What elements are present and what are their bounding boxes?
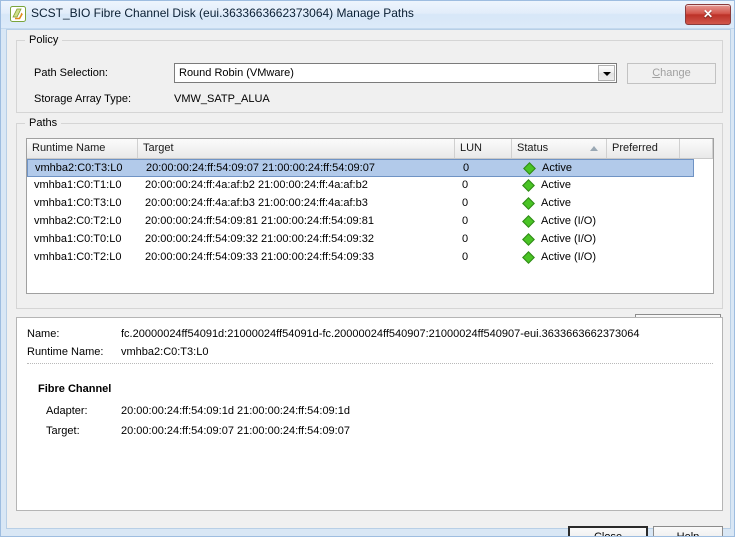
policy-group: Policy Path Selection: Round Robin (VMwa… bbox=[16, 34, 723, 113]
help-button-accel: H bbox=[676, 531, 685, 537]
chevron-down-icon[interactable] bbox=[598, 65, 615, 81]
detail-section-title: Fibre Channel bbox=[38, 383, 112, 395]
table-row[interactable]: vmhba2:C0:T2:L0 20:00:00:24:ff:54:09:81 2… bbox=[27, 213, 694, 231]
cell-lun: 0 bbox=[462, 197, 469, 209]
table-row[interactable]: vmhba1:C0:T2:L0 20:00:00:24:ff:54:09:33 2… bbox=[27, 249, 694, 267]
detail-target-value: 20:00:00:24:ff:54:09:07 21:00:00:24:ff:5… bbox=[121, 425, 350, 437]
cell-preferred bbox=[615, 160, 681, 178]
cell-lun: 0 bbox=[462, 251, 469, 263]
table-row[interactable]: vmhba1:C0:T3:L0 20:00:00:24:ff:4a:af:b3 2… bbox=[27, 195, 694, 213]
cell-target: 20:00:00:24:ff:4a:af:b2 21:00:00:24:ff:4… bbox=[145, 179, 368, 191]
disk-paths-icon bbox=[10, 6, 26, 22]
column-header-target[interactable]: Target bbox=[138, 139, 455, 158]
status-diamond-icon bbox=[522, 251, 535, 264]
cell-status: Active (I/O) bbox=[541, 215, 597, 227]
table-row[interactable]: vmhba2:C0:T3:L0 20:00:00:24:ff:54:09:07 2… bbox=[27, 159, 694, 177]
cell-lun: 0 bbox=[463, 162, 470, 174]
cell-lun: 0 bbox=[462, 215, 469, 227]
cell-preferred bbox=[614, 213, 680, 231]
paths-table: Runtime Name Target LUN Status Preferred vmh… bbox=[26, 138, 714, 294]
cell-runtime-name: vmhba1:C0:T2:L0 bbox=[34, 251, 122, 263]
path-selection-value: Round Robin (VMware) bbox=[179, 67, 294, 79]
status-diamond-icon bbox=[522, 179, 535, 192]
cell-target: 20:00:00:24:ff:54:09:32 21:00:00:24:ff:5… bbox=[145, 233, 374, 245]
title-bar: SCST_BIO Fibre Channel Disk (eui.3633663… bbox=[1, 1, 734, 29]
cell-runtime-name: vmhba1:C0:T0:L0 bbox=[34, 233, 122, 245]
cell-lun: 0 bbox=[462, 179, 469, 191]
path-details-panel: Name: fc.20000024ff54091d:21000024ff5409… bbox=[16, 317, 723, 511]
change-button-accel: C bbox=[652, 67, 661, 79]
path-selection-label: Path Selection: bbox=[34, 67, 108, 79]
storage-array-type-value: VMW_SATP_ALUA bbox=[174, 93, 270, 105]
cell-target: 20:00:00:24:ff:54:09:81 21:00:00:24:ff:5… bbox=[145, 215, 374, 227]
cell-target: 20:00:00:24:ff:4a:af:b3 21:00:00:24:ff:4… bbox=[145, 197, 368, 209]
cell-preferred bbox=[614, 195, 680, 213]
manage-paths-dialog: SCST_BIO Fibre Channel Disk (eui.3633663… bbox=[0, 0, 735, 537]
cell-runtime-name: vmhba1:C0:T3:L0 bbox=[34, 197, 122, 209]
status-diamond-icon bbox=[522, 233, 535, 246]
close-icon: ✕ bbox=[702, 7, 714, 21]
detail-name-label: Name: bbox=[27, 328, 60, 340]
status-diamond-icon bbox=[523, 162, 536, 175]
detail-divider bbox=[27, 363, 713, 364]
cell-status: Active bbox=[541, 197, 571, 209]
detail-runtime-name-value: vmhba2:C0:T3:L0 bbox=[121, 346, 209, 358]
cell-status: Active (I/O) bbox=[541, 233, 597, 245]
window-title: SCST_BIO Fibre Channel Disk (eui.3633663… bbox=[31, 6, 414, 20]
cell-status: Active bbox=[541, 179, 571, 191]
status-diamond-icon bbox=[522, 197, 535, 210]
column-header-runtime-name[interactable]: Runtime Name bbox=[27, 139, 138, 158]
cell-target: 20:00:00:24:ff:54:09:07 21:00:00:24:ff:5… bbox=[146, 162, 375, 174]
cell-status: Active (I/O) bbox=[541, 251, 597, 263]
policy-group-title: Policy bbox=[25, 34, 63, 46]
close-button[interactable]: Close bbox=[568, 526, 648, 537]
cell-preferred bbox=[614, 249, 680, 267]
paths-group-title: Paths bbox=[25, 117, 62, 129]
paths-table-header: Runtime Name Target LUN Status Preferred bbox=[27, 139, 713, 159]
cell-runtime-name: vmhba2:C0:T3:L0 bbox=[35, 162, 123, 174]
cell-status: Active bbox=[542, 162, 572, 174]
column-header-status[interactable]: Status bbox=[512, 139, 607, 158]
cell-runtime-name: vmhba2:C0:T2:L0 bbox=[34, 215, 122, 227]
column-header-label: LUN bbox=[460, 142, 483, 154]
status-diamond-icon bbox=[522, 215, 535, 228]
detail-name-value: fc.20000024ff54091d:21000024ff54091d-fc.… bbox=[121, 328, 640, 340]
help-button[interactable]: Help bbox=[653, 526, 723, 537]
storage-array-type-label: Storage Array Type: bbox=[34, 93, 132, 105]
column-header-spacer[interactable] bbox=[680, 139, 713, 158]
path-selection-combobox[interactable]: Round Robin (VMware) bbox=[174, 63, 617, 83]
cell-preferred bbox=[614, 231, 680, 249]
detail-target-label: Target: bbox=[46, 425, 80, 437]
cell-target: 20:00:00:24:ff:54:09:33 21:00:00:24:ff:5… bbox=[145, 251, 374, 263]
change-button[interactable]: Change bbox=[627, 63, 716, 84]
detail-runtime-name-label: Runtime Name: bbox=[27, 346, 104, 358]
change-button-label: hange bbox=[660, 67, 691, 79]
help-button-label: elp bbox=[684, 531, 700, 537]
column-header-preferred[interactable]: Preferred bbox=[607, 139, 680, 158]
detail-adapter-label: Adapter: bbox=[46, 405, 88, 417]
window-close-button[interactable]: ✕ bbox=[685, 4, 731, 25]
table-row[interactable]: vmhba1:C0:T0:L0 20:00:00:24:ff:54:09:32 2… bbox=[27, 231, 694, 249]
column-header-lun[interactable]: LUN bbox=[455, 139, 512, 158]
dialog-client-area: Policy Path Selection: Round Robin (VMwa… bbox=[6, 29, 731, 536]
table-row[interactable]: vmhba1:C0:T1:L0 20:00:00:24:ff:4a:af:b2 2… bbox=[27, 177, 694, 195]
close-button-label: Close bbox=[593, 531, 623, 537]
cell-lun: 0 bbox=[462, 233, 469, 245]
cell-preferred bbox=[614, 177, 680, 195]
column-header-label: Preferred bbox=[612, 142, 658, 154]
sort-ascending-icon bbox=[590, 146, 598, 151]
column-header-label: Status bbox=[517, 142, 549, 154]
cell-runtime-name: vmhba1:C0:T1:L0 bbox=[34, 179, 122, 191]
paths-group: Paths Runtime Name Target LUN Status Preferr… bbox=[16, 117, 723, 309]
detail-adapter-value: 20:00:00:24:ff:54:09:1d 21:00:00:24:ff:5… bbox=[121, 405, 350, 417]
column-header-label: Runtime Name bbox=[32, 142, 106, 154]
column-header-label: Target bbox=[143, 142, 174, 154]
